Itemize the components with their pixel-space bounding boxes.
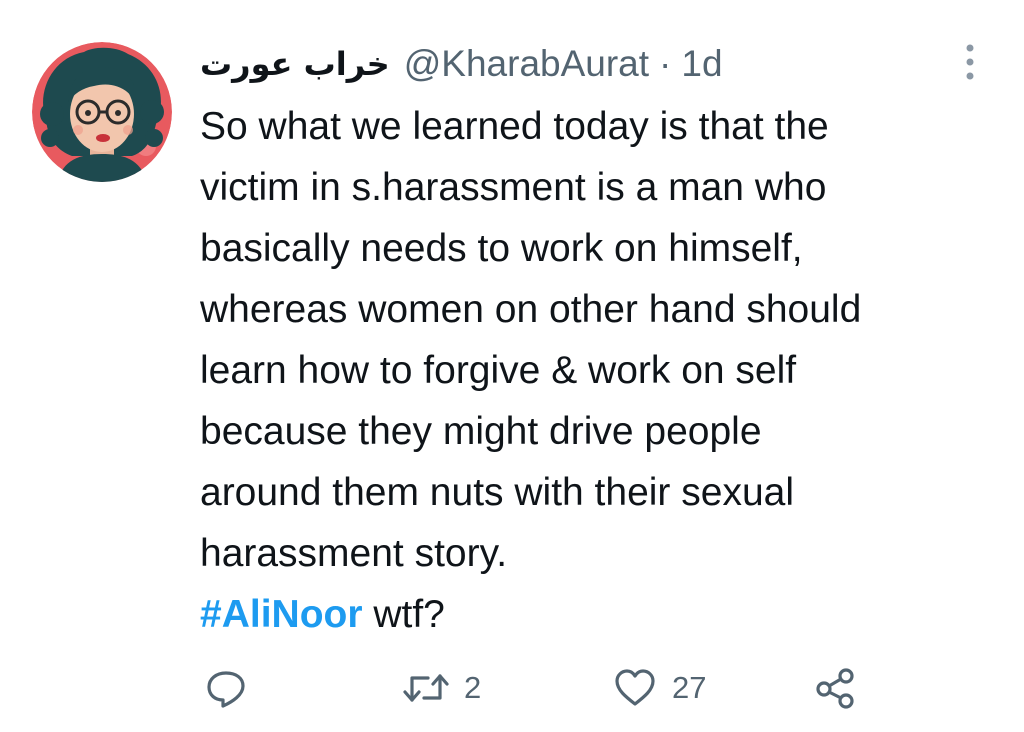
tweet-text-line: around them nuts with their sexual	[200, 471, 794, 514]
user-handle[interactable]: @KharabAurat	[404, 43, 649, 85]
action-bar: 2 27	[0, 660, 1024, 716]
separator-dot: ·	[659, 43, 672, 84]
retweet-count: 2	[464, 670, 482, 705]
tweet-text-line: harassment story.	[200, 532, 508, 575]
avatar[interactable]	[32, 42, 172, 182]
tweet-text-line: because they might drive people	[200, 410, 762, 453]
tweet-text-line: victim in s.harassment is a man who	[200, 166, 827, 209]
timestamp[interactable]: 1d	[681, 43, 722, 85]
retweet-button[interactable]: 2	[402, 660, 481, 716]
reply-button[interactable]	[204, 660, 248, 716]
tweet-text: So what we learned today is that the vic…	[200, 96, 1000, 645]
share-icon	[816, 668, 854, 709]
tweet-card[interactable]: خراب عورت @KharabAurat · 1d So what we l…	[0, 0, 1024, 732]
tweet-text-line: basically needs to work on himself,	[200, 227, 803, 270]
tweet-text-line: whereas women on other hand should	[200, 288, 862, 331]
tweet-text-line: learn how to forgive & work on self	[200, 349, 797, 392]
tweet-text-line-last: #AliNoor wtf?	[200, 584, 1000, 645]
share-button[interactable]	[812, 660, 858, 716]
hashtag-link[interactable]: #AliNoor	[200, 593, 363, 636]
like-count: 27	[672, 670, 707, 705]
tweet-header: خراب عورت @KharabAurat · 1d	[200, 38, 723, 90]
retweet-icon	[403, 674, 449, 702]
more-options-icon[interactable]	[950, 40, 990, 84]
heart-icon	[615, 669, 655, 706]
display-name[interactable]: خراب عورت	[200, 45, 390, 83]
tweet-text-line: So what we learned today is that the	[200, 105, 829, 148]
hashtag-suffix: wtf?	[362, 593, 445, 636]
like-button[interactable]: 27	[612, 660, 706, 716]
reply-icon	[207, 671, 245, 708]
